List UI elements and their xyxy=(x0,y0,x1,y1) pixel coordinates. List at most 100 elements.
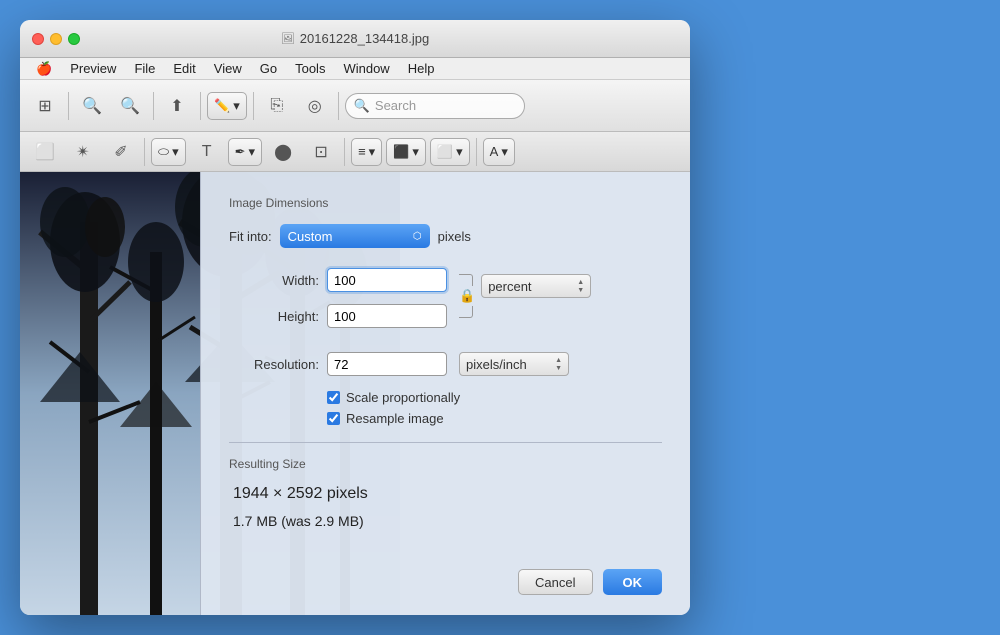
share-button[interactable]: ⬆ xyxy=(160,89,194,123)
color-icon: ⬜ xyxy=(437,144,453,160)
height-input[interactable] xyxy=(327,304,447,328)
minimize-button[interactable] xyxy=(50,33,62,45)
resolution-unit-dropdown[interactable]: pixels/inch ▲ ▼ xyxy=(459,352,569,376)
zoom-in-button[interactable]: 🔍 xyxy=(113,89,147,123)
pixels-label: pixels xyxy=(438,229,471,244)
resolution-unit-value: pixels/inch xyxy=(466,357,527,372)
sketch-tool-button[interactable]: ✐ xyxy=(104,135,138,169)
toolbar-divider-8 xyxy=(476,138,477,166)
location-button[interactable]: ◎ xyxy=(298,89,332,123)
resolution-row: Resolution: xyxy=(229,352,447,376)
ok-button[interactable]: OK xyxy=(603,569,663,595)
search-box[interactable]: 🔍 Search xyxy=(345,93,525,119)
scale-proportionally-row: Scale proportionally xyxy=(229,390,662,405)
lock-icon[interactable]: 🔒 xyxy=(459,288,475,304)
wand-tool-button[interactable]: ✴ xyxy=(66,135,100,169)
resolution-arrow-down-icon: ▼ xyxy=(555,365,562,372)
color-dropdown[interactable]: ⬜ ▾ xyxy=(430,138,470,166)
menu-apple[interactable]: 🍎 xyxy=(28,60,60,78)
resolution-unit-arrow: ▲ ▼ xyxy=(555,357,562,372)
align-dropdown[interactable]: ≡ ▾ xyxy=(351,138,382,166)
fit-into-value: Custom xyxy=(288,229,333,244)
menu-view[interactable]: View xyxy=(206,60,250,77)
menu-bar: 🍎 Preview File Edit View Go Tools Window… xyxy=(20,58,690,80)
pencil-icon: ✏️ xyxy=(214,98,230,114)
sidebar-toggle-button[interactable]: ⊞ xyxy=(28,89,62,123)
zoom-out-button[interactable]: 🔍 xyxy=(75,89,109,123)
menu-edit[interactable]: Edit xyxy=(165,60,203,77)
width-row: Width: xyxy=(229,268,447,292)
markup-dropdown[interactable]: ✏️ ▾ xyxy=(207,92,247,120)
resulting-size-title: Resulting Size xyxy=(229,457,662,471)
menu-go[interactable]: Go xyxy=(252,60,285,77)
border-arrow: ▾ xyxy=(412,144,419,160)
height-row: Height: xyxy=(229,304,447,328)
font-dropdown[interactable]: A ▾ xyxy=(483,138,515,166)
menu-file[interactable]: File xyxy=(126,60,163,77)
toolbar-primary: ⊞ 🔍 🔍 ⬆ ✏️ ▾ ⎘ ◎ 🔍 Search xyxy=(20,80,690,132)
toolbar-divider-2 xyxy=(153,92,154,120)
align-icon: ≡ xyxy=(358,144,366,159)
menu-window[interactable]: Window xyxy=(335,60,397,77)
crop-button[interactable]: ⊡ xyxy=(304,135,338,169)
mac-window: 🖼 20161228_134418.jpg 🍎 Preview File Edi… xyxy=(20,20,690,615)
resample-image-row: Resample image xyxy=(229,411,662,426)
dialog-section-title: Image Dimensions xyxy=(229,196,662,210)
resolution-arrow-up-icon: ▲ xyxy=(555,357,562,364)
search-placeholder: Search xyxy=(375,98,416,113)
shapes-dropdown[interactable]: ⬭ ▾ xyxy=(151,138,186,166)
close-button[interactable] xyxy=(32,33,44,45)
fit-into-dropdown[interactable]: Custom ⬡ xyxy=(280,224,430,248)
result-dimensions: 1944 × 2592 pixels xyxy=(229,485,662,503)
toolbar-divider-6 xyxy=(144,138,145,166)
title-bar: 🖼 20161228_134418.jpg xyxy=(20,20,690,58)
resample-image-label: Resample image xyxy=(346,411,444,426)
fit-dropdown-arrow-icon: ⬡ xyxy=(413,231,422,242)
image-dimensions-dialog: Image Dimensions Fit into: Custom ⬡ pixe… xyxy=(200,172,690,615)
traffic-lights xyxy=(32,33,80,45)
percent-unit-dropdown[interactable]: percent ▲ ▼ xyxy=(481,274,591,298)
result-filesize: 1.7 MB (was 2.9 MB) xyxy=(229,513,662,529)
text-tool-button[interactable]: T xyxy=(190,135,224,169)
file-icon: 🖼 xyxy=(281,32,295,45)
section-divider xyxy=(229,442,662,443)
color-arrow: ▾ xyxy=(456,144,463,160)
resolution-input[interactable] xyxy=(327,352,447,376)
shapes-icon: ⬭ xyxy=(158,144,169,160)
width-input[interactable] xyxy=(327,268,447,292)
toolbar-divider-4 xyxy=(253,92,254,120)
content-area: Image Dimensions Fit into: Custom ⬡ pixe… xyxy=(20,172,690,615)
copy-button[interactable]: ⎘ xyxy=(260,89,294,123)
align-arrow: ▾ xyxy=(369,144,376,160)
menu-help[interactable]: Help xyxy=(400,60,443,77)
font-icon: A xyxy=(490,144,499,159)
toolbar-divider-1 xyxy=(68,92,69,120)
menu-preview[interactable]: Preview xyxy=(62,60,124,77)
resample-image-checkbox[interactable] xyxy=(327,412,340,425)
fit-label: Fit into: xyxy=(229,229,272,244)
markup-dropdown-arrow: ▾ xyxy=(233,98,240,114)
signature-dropdown[interactable]: ✒ ▾ xyxy=(228,138,262,166)
adjust-button[interactable]: ⬤ xyxy=(266,135,300,169)
window-title: 🖼 20161228_134418.jpg xyxy=(281,31,429,46)
toolbar-secondary: ⬜ ✴ ✐ ⬭ ▾ T ✒ ▾ ⬤ ⊡ ≡ ▾ ⬛ ▾ ⬜ ▾ A ▾ xyxy=(20,132,690,172)
signature-arrow: ▾ xyxy=(249,144,256,160)
arrow-down-icon: ▼ xyxy=(577,287,584,294)
maximize-button[interactable] xyxy=(68,33,80,45)
menu-tools[interactable]: Tools xyxy=(287,60,333,77)
toolbar-divider-5 xyxy=(338,92,339,120)
font-arrow: ▾ xyxy=(501,144,508,160)
scale-proportionally-checkbox[interactable] xyxy=(327,391,340,404)
border-icon: ⬛ xyxy=(393,144,409,160)
percent-unit-value: percent xyxy=(488,279,531,294)
signature-icon: ✒ xyxy=(235,144,246,160)
cancel-button[interactable]: Cancel xyxy=(518,569,592,595)
border-dropdown[interactable]: ⬛ ▾ xyxy=(386,138,426,166)
width-label: Width: xyxy=(229,273,319,288)
resolution-label: Resolution: xyxy=(229,357,319,372)
toolbar-divider-3 xyxy=(200,92,201,120)
scale-proportionally-label: Scale proportionally xyxy=(346,390,460,405)
selection-tool-button[interactable]: ⬜ xyxy=(28,135,62,169)
toolbar-divider-7 xyxy=(344,138,345,166)
height-label: Height: xyxy=(229,309,319,324)
